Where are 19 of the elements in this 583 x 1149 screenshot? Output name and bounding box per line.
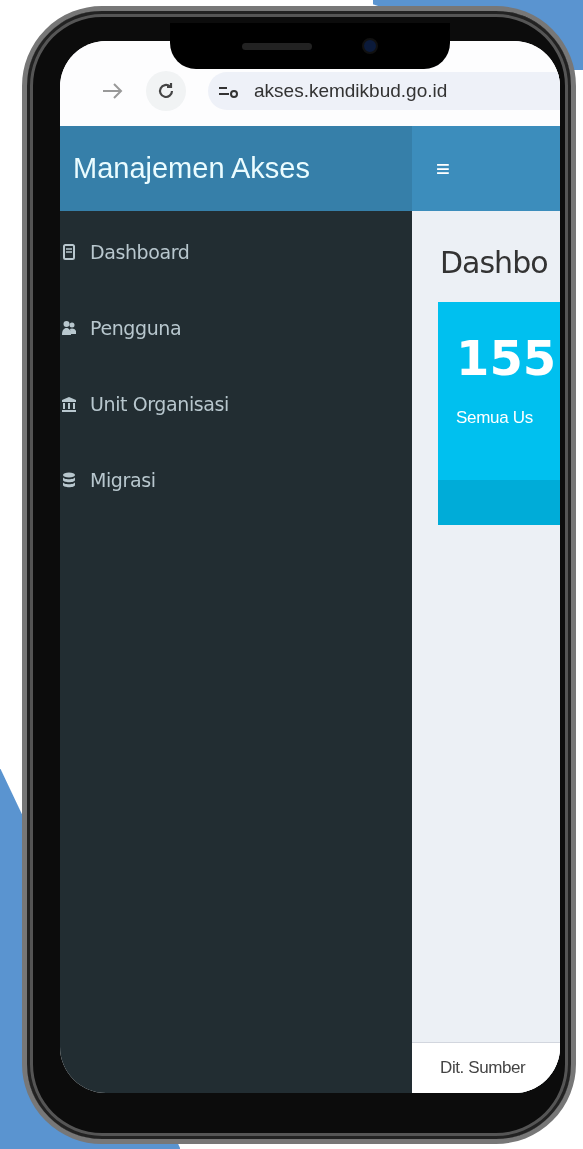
users-icon — [62, 320, 76, 336]
stat-label: Semua Us — [456, 408, 534, 428]
footer-text: Dit. Sumber — [440, 1058, 526, 1078]
sidebar-link[interactable]: Pengguna — [90, 317, 182, 339]
sidebar-link[interactable]: Unit Organisasi — [90, 393, 229, 415]
reload-button[interactable] — [146, 70, 186, 111]
stat-value: 155 — [456, 330, 558, 386]
bank-icon — [62, 396, 76, 412]
tablet-icon — [62, 244, 76, 260]
reload-icon[interactable] — [156, 80, 176, 101]
database-icon — [62, 472, 76, 488]
address-bar[interactable]: akses.kemdikbud.go.id — [208, 71, 560, 110]
menu-toggle[interactable]: ≡ — [436, 154, 450, 183]
app-logo-text[interactable]: Manajemen Akses — [60, 126, 412, 211]
url-text: akses.kemdikbud.go.id — [254, 79, 448, 102]
page-title: Dashbo — [440, 245, 549, 280]
forward-arrow-icon[interactable] — [102, 81, 124, 100]
sidebar-link[interactable]: Migrasi — [90, 469, 156, 491]
sidebar-link[interactable]: Dashboard — [90, 241, 190, 263]
